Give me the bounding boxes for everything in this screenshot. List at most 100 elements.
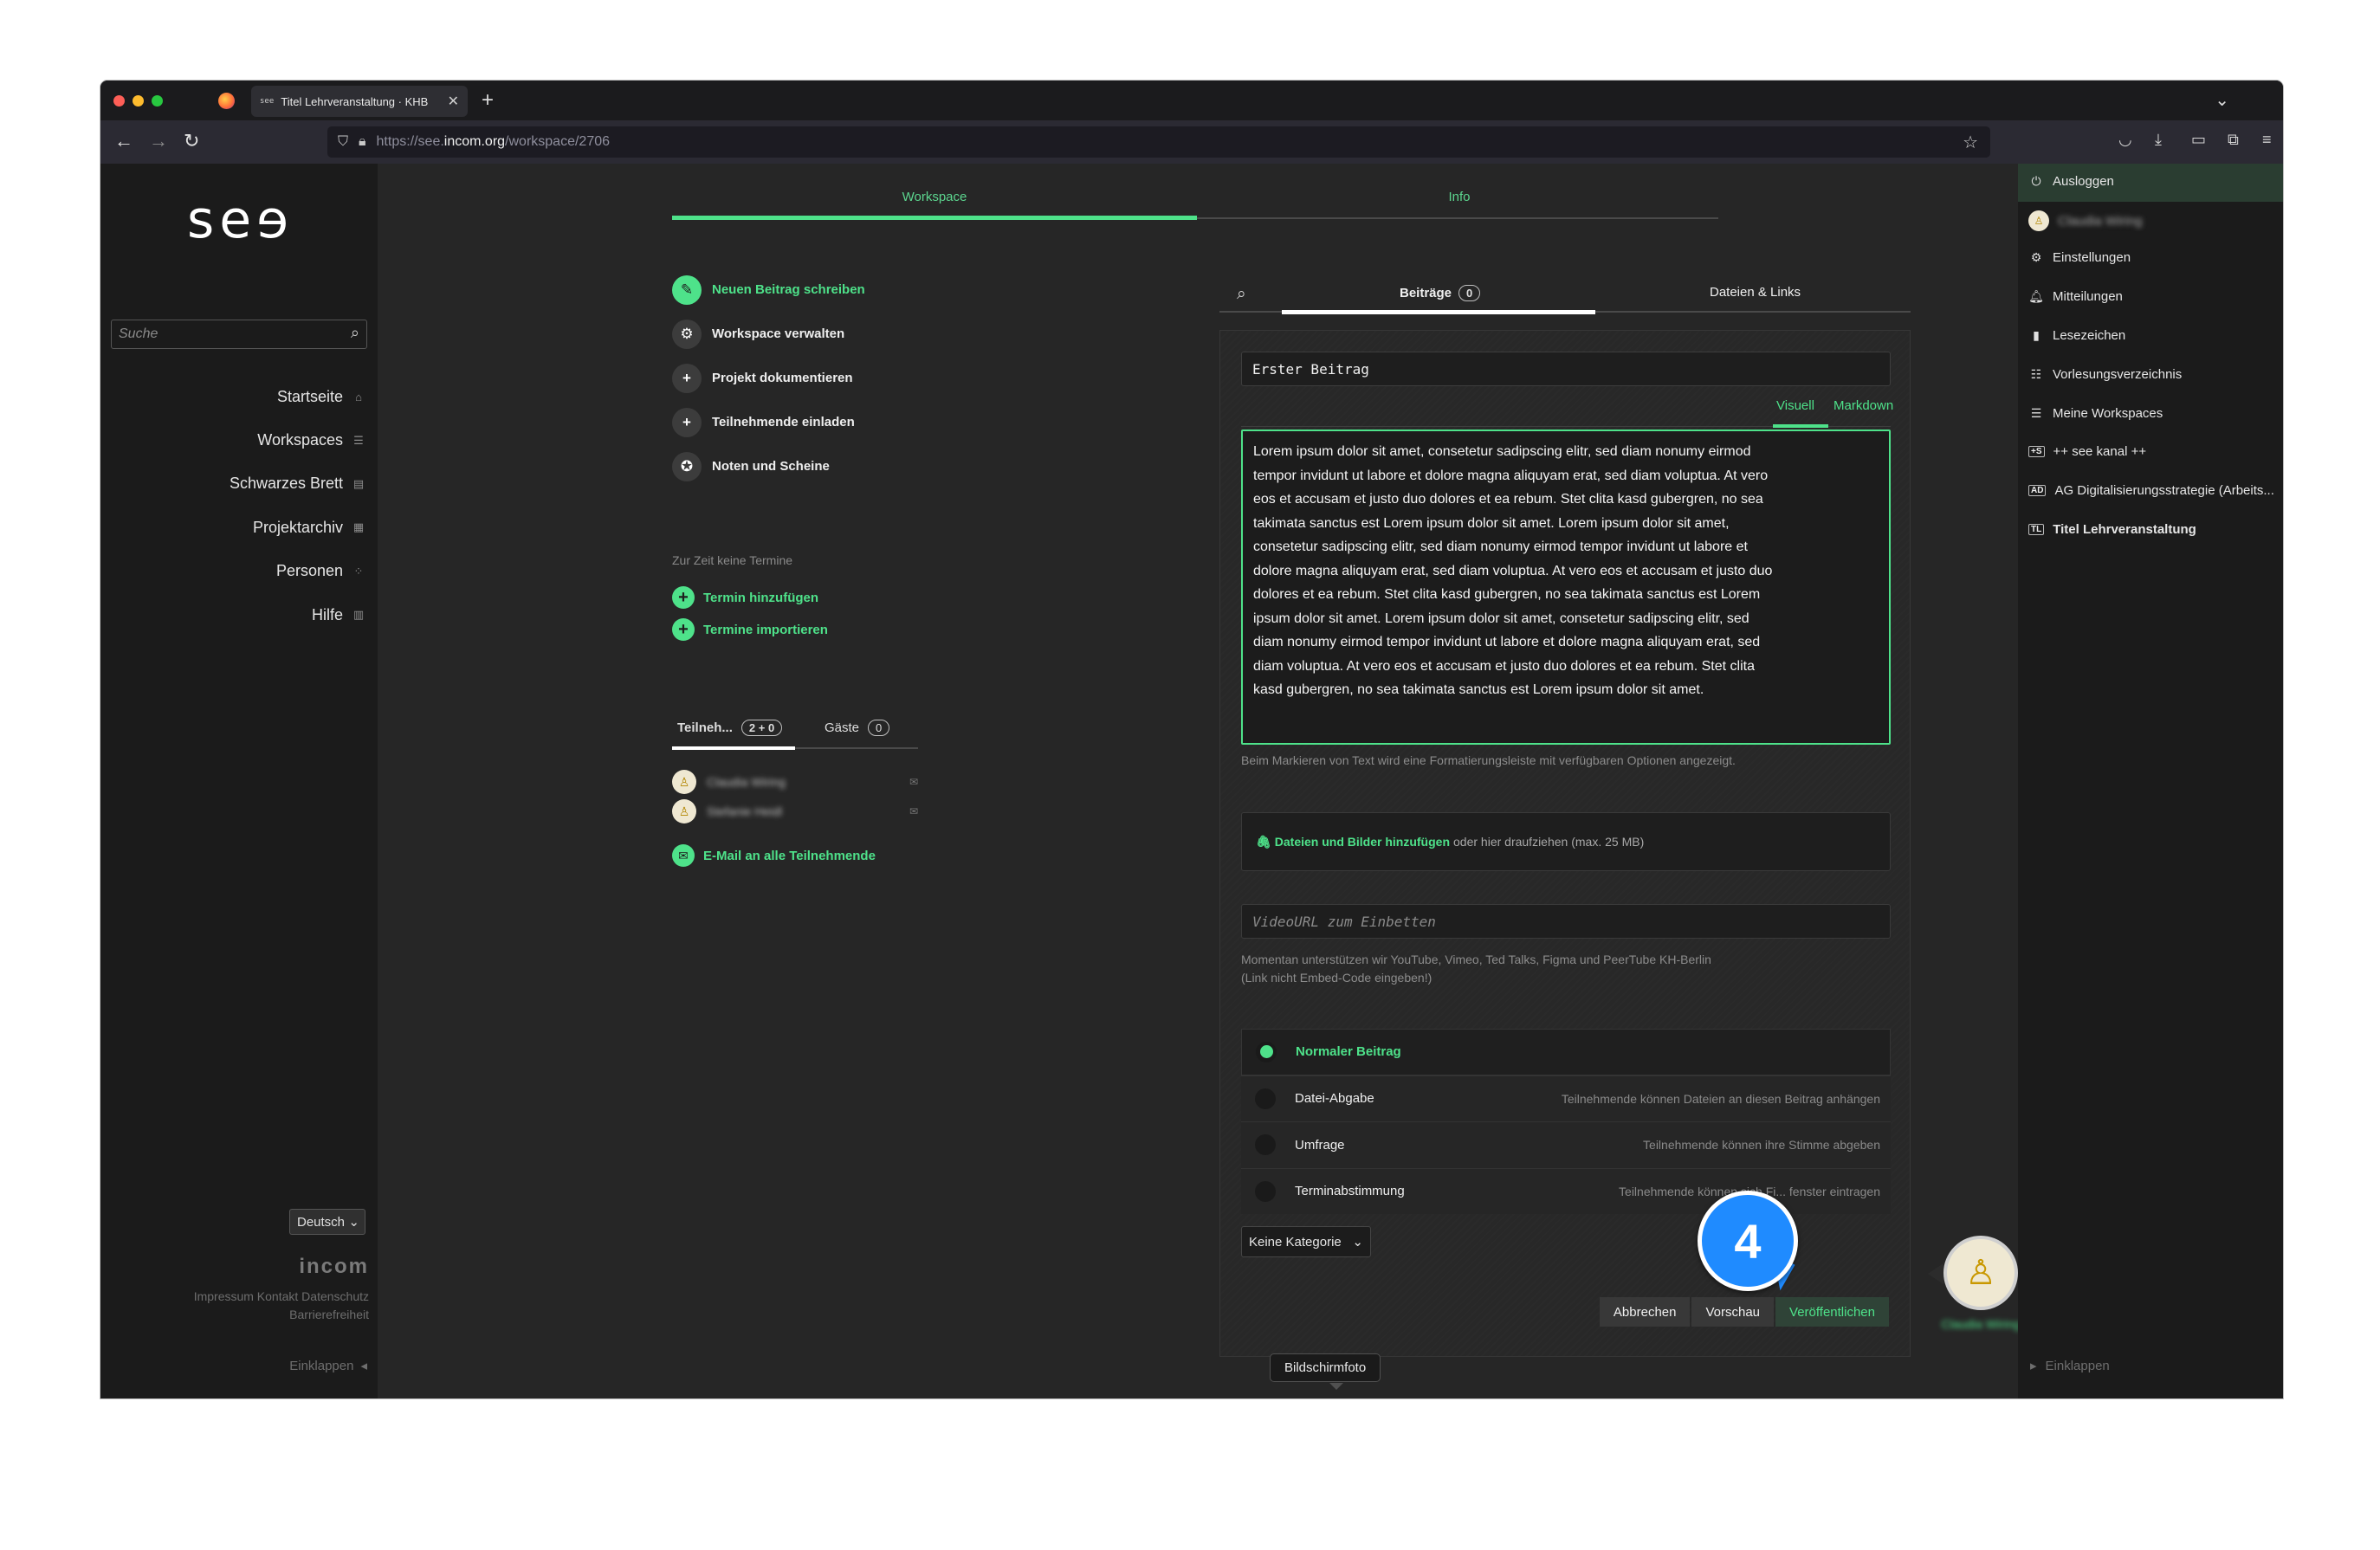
nav-item-projektarchiv[interactable]: Projektarchiv ▦ [253, 506, 365, 549]
back-icon[interactable]: ← [114, 129, 133, 153]
nav-item-startseite[interactable]: Startseite ⌂ [277, 375, 365, 418]
invite-participants-button[interactable]: + Teilnehmende einladen [672, 400, 865, 444]
course-catalog-link[interactable]: ☷ Vorlesungsverzeichnis [2028, 367, 2280, 382]
close-window-button[interactable] [113, 95, 125, 107]
item-label: Lesezeichen [2053, 328, 2126, 343]
notifications-link[interactable]: 🔔︎ Mitteilungen [2028, 289, 2280, 304]
collapse-left-button[interactable]: Einklappen ◂ [289, 1358, 367, 1374]
preview-button[interactable]: Vorschau [1691, 1297, 1775, 1327]
manage-workspace-button[interactable]: ⚙ Workspace verwalten [672, 312, 865, 356]
type-label: Datei-Abgabe [1295, 1091, 1374, 1107]
tab-list-icon[interactable]: ⌄ [2215, 89, 2229, 111]
category-select[interactable]: Keine Kategorie ⌄ [1241, 1226, 1371, 1257]
nav-item-schwarzes-brett[interactable]: Schwarzes Brett ▤ [230, 462, 365, 506]
upload-link[interactable]: Dateien und Bilder hinzufügen [1275, 835, 1450, 849]
video-url-input[interactable] [1242, 905, 1890, 938]
link-label: Termine importieren [703, 622, 828, 637]
my-workspaces-link[interactable]: ☰ Meine Workspaces [2028, 406, 2280, 421]
menu-icon[interactable]: ≡ [2262, 131, 2272, 149]
nav-label: Projektarchiv [252, 518, 343, 536]
item-label: ++ see kanal ++ [2053, 444, 2147, 459]
language-select[interactable]: Deutsch ⌄ [289, 1209, 365, 1235]
post-editor-card: Erster Beitrag Visuell Markdown Lorem ip… [1219, 330, 1911, 1357]
add-event-link[interactable]: + Termin hinzufügen [672, 586, 818, 609]
mode-visual-tab[interactable]: Visuell [1776, 398, 1814, 413]
post-type-normal[interactable]: Normaler Beitrag [1241, 1029, 1891, 1075]
mail-icon[interactable]: ✉ [909, 776, 918, 788]
incom-logo[interactable]: incom [299, 1255, 369, 1279]
gear-icon: ⚙ [2030, 250, 2042, 264]
tab-workspace[interactable]: Workspace [672, 190, 1197, 204]
logout-button[interactable]: ⏻ Ausloggen [2028, 174, 2280, 189]
post-body-editor[interactable]: Lorem ipsum dolor sit amet, consetetur s… [1241, 429, 1891, 745]
nav-item-workspaces[interactable]: Workspaces ☰ [257, 418, 365, 462]
tab-participants[interactable]: Teilneh... 2 + 0 [677, 720, 783, 736]
nav-label: Startseite [276, 387, 343, 405]
publish-button[interactable]: Veröffentlichen [1775, 1297, 1889, 1327]
reload-icon[interactable]: ↻ [184, 129, 199, 153]
member-row[interactable]: ♙ Claudia Wiring ✉ [672, 770, 918, 794]
search-input[interactable] [112, 320, 328, 348]
tab-guests[interactable]: Gäste 0 [825, 720, 890, 736]
forward-icon[interactable]: → [149, 129, 168, 153]
radio-selected[interactable] [1256, 1041, 1277, 1062]
nav-item-personen[interactable]: Personen ⁘ [276, 550, 365, 593]
email-all-link[interactable]: ✉ E-Mail an alle Teilnehmende [672, 844, 876, 867]
downloads-icon[interactable]: ⤓ [2155, 131, 2162, 149]
plus-circle-icon: + [672, 586, 695, 609]
minimize-window-button[interactable] [133, 95, 144, 107]
new-tab-button[interactable]: + [482, 87, 494, 113]
chevron-right-icon: ▸ [2030, 1359, 2037, 1373]
nav-item-hilfe[interactable]: Hilfe ▥ [312, 593, 365, 636]
file-dropzone[interactable]: 🖇︎ Dateien und Bilder hinzufügen oder hier… [1241, 812, 1891, 871]
mode-markdown-tab[interactable]: Markdown [1834, 398, 1893, 413]
tab-close-icon[interactable]: ✕ [448, 93, 459, 110]
collapse-right-button[interactable]: ▸ Einklappen [2030, 1358, 2110, 1374]
new-post-button[interactable]: ✎ Neuen Beitrag schreiben [672, 268, 865, 312]
author-avatar[interactable]: ♙ [1943, 1236, 2018, 1310]
pocket-icon[interactable]: ◡ [2118, 131, 2132, 149]
power-icon: ⏻ [2031, 174, 2041, 188]
post-title-input[interactable]: Erster Beitrag [1241, 352, 1891, 386]
url-text[interactable]: https://see.incom.org/workspace/2706 [377, 134, 610, 150]
mail-icon[interactable]: ✉ [909, 805, 918, 817]
post-type-options: Normaler Beitrag Datei-Abgabe Teilnehmend… [1241, 1029, 1891, 1214]
no-events-text: Zur Zeit keine Termine [672, 553, 793, 567]
plus-circle-icon: + [672, 618, 695, 641]
lock-icon[interactable]: 🔒︎ [359, 134, 366, 150]
user-profile-link[interactable]: ♙ Claudia Wiring [2028, 210, 2280, 231]
browser-tab-active[interactable]: see Titel Lehrveranstaltung · KHB ✕ [251, 86, 468, 117]
search-icon[interactable]: ⌕ [351, 324, 359, 342]
bookmark-star-icon[interactable]: ☆ [1963, 132, 1978, 153]
barrierefreiheit-link[interactable]: Barrierefreiheit [144, 1306, 369, 1324]
tab-files-links[interactable]: Dateien & Links [1710, 285, 1801, 300]
address-bar[interactable]: ⛉ 🔒︎ https://see.incom.org/workspace/270… [327, 126, 1990, 158]
post-type-poll[interactable]: Umfrage Teilnehmende können ihre Stimme a… [1241, 1121, 1891, 1168]
import-events-link[interactable]: + Termine importieren [672, 618, 828, 641]
radio[interactable] [1255, 1180, 1276, 1202]
extensions-icon[interactable]: ⧉ [2228, 131, 2239, 149]
zoom-window-button[interactable] [152, 95, 163, 107]
settings-link[interactable]: ⚙ Einstellungen [2028, 250, 2280, 265]
tab-posts[interactable]: Beiträge 0 [1400, 285, 1481, 301]
footer-links-line[interactable]: Impressum Kontakt Datenschutz [144, 1288, 369, 1306]
author-name[interactable]: Claudia Wiring [1935, 1317, 2027, 1331]
member-row[interactable]: ♙ Stefanie Heidl ✉ [672, 799, 918, 823]
tab-info[interactable]: Info [1197, 190, 1722, 204]
browser-window: see Titel Lehrveranstaltung · KHB ✕ + ⌄ … [100, 81, 2283, 1398]
post-type-file-submission[interactable]: Datei-Abgabe Teilnehmende können Dateien … [1241, 1075, 1891, 1121]
radio[interactable] [1255, 1088, 1276, 1109]
bookmarks-link[interactable]: ▮ Lesezeichen [2028, 328, 2280, 343]
radio[interactable] [1255, 1134, 1276, 1156]
workspace-link-ag-digital[interactable]: AD AG Digitalisierungsstrategie (Arbeits.… [2028, 483, 2280, 498]
post-type-scheduling[interactable]: TerminabstimmungTeilnehmende können sich… [1241, 1167, 1891, 1214]
shield-icon[interactable]: ⛉ [338, 134, 348, 150]
cancel-button[interactable]: Abbrechen [1599, 1297, 1691, 1327]
see-logo[interactable]: seɘ [187, 190, 294, 250]
workspace-link-see-kanal[interactable]: +S ++ see kanal ++ [2028, 444, 2280, 459]
document-project-button[interactable]: + Projekt dokumentieren [672, 356, 865, 400]
screenshot-icon[interactable]: ▭ [2191, 131, 2206, 149]
workspace-link-titel[interactable]: TL Titel Lehrveranstaltung [2028, 522, 2280, 537]
search-icon[interactable]: ⌕ [1237, 285, 1246, 304]
grades-button[interactable]: ✪ Noten und Scheine [672, 444, 865, 488]
